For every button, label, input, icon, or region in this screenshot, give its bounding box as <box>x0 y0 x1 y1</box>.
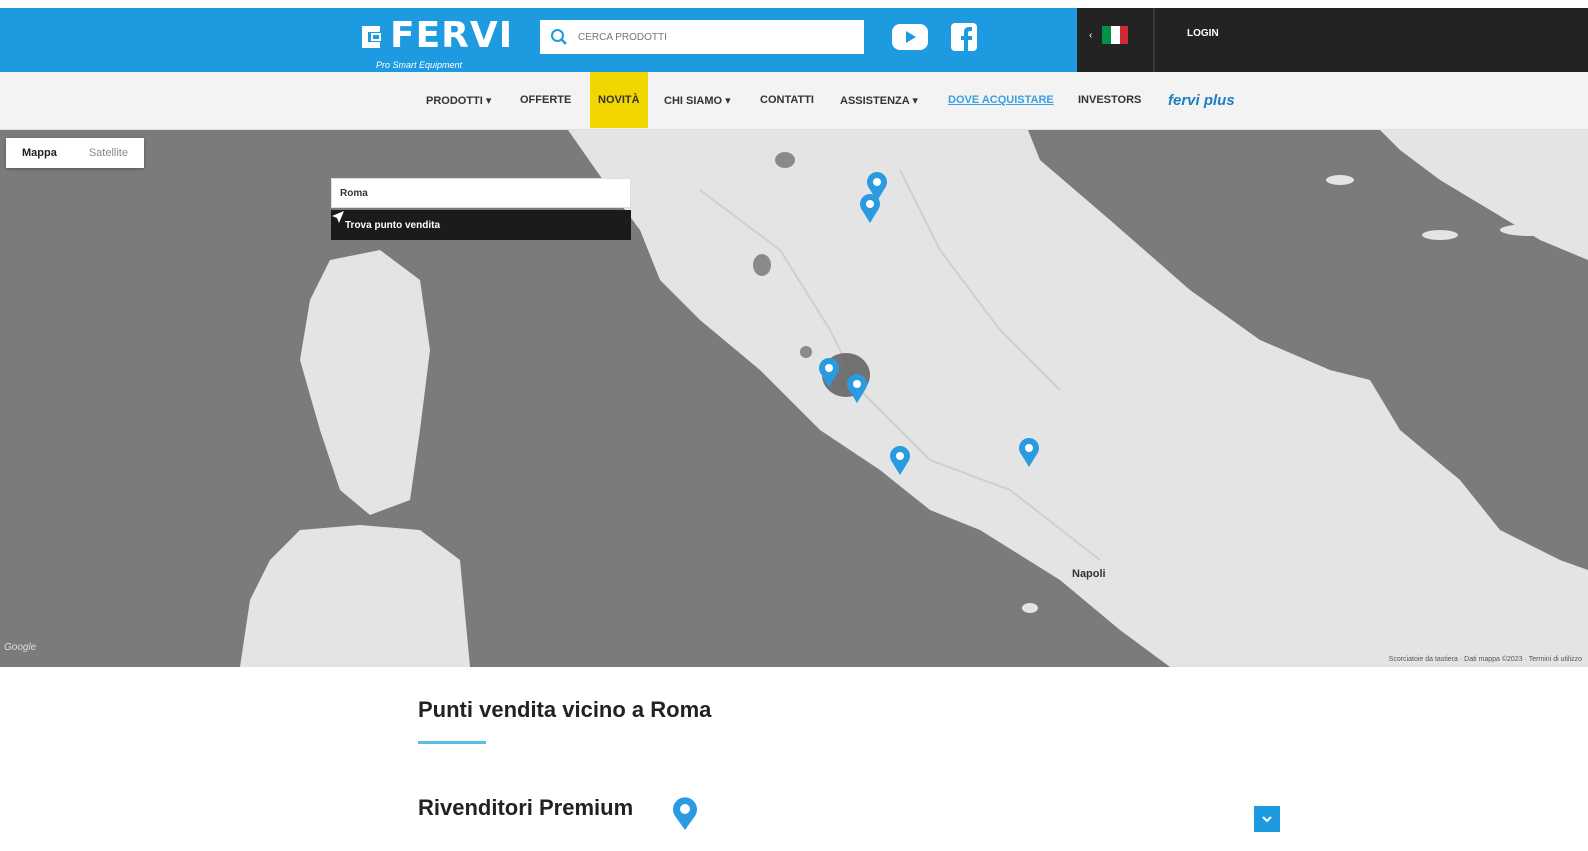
italy-flag-icon <box>1102 26 1129 44</box>
store-marker-icon[interactable] <box>1018 438 1040 468</box>
map-type-satellite-button[interactable]: Satellite <box>73 138 144 168</box>
logo-tagline: Pro Smart Equipment <box>376 60 463 70</box>
logo-wordmark: FERVI <box>390 15 514 56</box>
premium-dealers-heading: Rivenditori Premium <box>418 795 634 820</box>
map-city-label: Napoli <box>1072 568 1106 580</box>
top-bar-account-area: ‹ LOGIN <box>1077 8 1588 72</box>
logo-mark-icon <box>362 26 381 48</box>
expand-toggle-button[interactable] <box>1254 806 1280 832</box>
nav-item-dove-acquistare[interactable]: DOVE ACQUISTARE <box>948 72 1054 128</box>
main-navigation: PRODOTTI ▾ OFFERTE NOVITÀ CHI SIAMO ▾ CO… <box>0 72 1588 130</box>
map-type-map-button[interactable]: Mappa <box>6 138 73 168</box>
find-store-button[interactable]: Trova punto vendita <box>331 210 631 240</box>
google-logo[interactable]: Google <box>4 642 36 653</box>
top-bar: FERVI Pro Smart Equipment ‹ LOGIN <box>0 8 1588 72</box>
navigation-arrow-icon <box>332 211 344 223</box>
store-marker-icon[interactable] <box>859 194 881 224</box>
results-title: Punti vendita vicino a Roma <box>418 697 712 722</box>
map-canvas <box>240 130 1588 667</box>
chevron-down-icon <box>1262 816 1272 823</box>
nav-item-chi-siamo[interactable]: CHI SIAMO ▾ <box>664 72 731 128</box>
top-bar-brand-area: FERVI Pro Smart Equipment <box>0 8 1077 72</box>
facebook-icon[interactable] <box>946 22 982 52</box>
nav-item-fervi-plus[interactable]: fervi plus <box>1168 72 1235 128</box>
nav-item-prodotti[interactable]: PRODOTTI ▾ <box>426 72 491 128</box>
nav-item-offerte[interactable]: OFFERTE <box>520 72 571 128</box>
login-link[interactable]: LOGIN <box>1187 28 1219 39</box>
location-input[interactable]: Roma <box>331 178 631 208</box>
search-input[interactable] <box>578 31 848 43</box>
nav-item-investors[interactable]: INVESTORS <box>1078 72 1141 128</box>
fervi-logo[interactable]: FERVI Pro Smart Equipment <box>360 15 514 70</box>
title-underline <box>418 741 486 744</box>
chevron-left-icon: ‹ <box>1089 29 1093 41</box>
nav-item-contatti[interactable]: CONTATTI <box>760 72 814 128</box>
store-marker-icon[interactable] <box>846 374 868 404</box>
store-marker-icon[interactable] <box>889 446 911 476</box>
map-attribution[interactable]: Scorciatoie da tastiera · Dati mappa ©20… <box>1389 656 1582 663</box>
nav-item-assistenza[interactable]: ASSISTENZA ▾ <box>840 72 918 128</box>
youtube-icon[interactable] <box>892 22 928 52</box>
store-marker-icon[interactable] <box>818 358 840 388</box>
top-bar-divider <box>1153 8 1155 72</box>
search-icon[interactable] <box>548 26 570 48</box>
search-box[interactable] <box>540 20 864 54</box>
nav-item-novita[interactable]: NOVITÀ <box>590 72 648 128</box>
language-selector[interactable]: ‹ <box>1089 26 1129 44</box>
find-store-label: Trova punto vendita <box>345 219 441 231</box>
map-type-control: Mappa Satellite <box>6 138 144 168</box>
store-map[interactable]: Mappa Satellite Roma Trova punto vendita… <box>0 130 1588 667</box>
premium-dealer-marker-icon <box>673 797 697 830</box>
